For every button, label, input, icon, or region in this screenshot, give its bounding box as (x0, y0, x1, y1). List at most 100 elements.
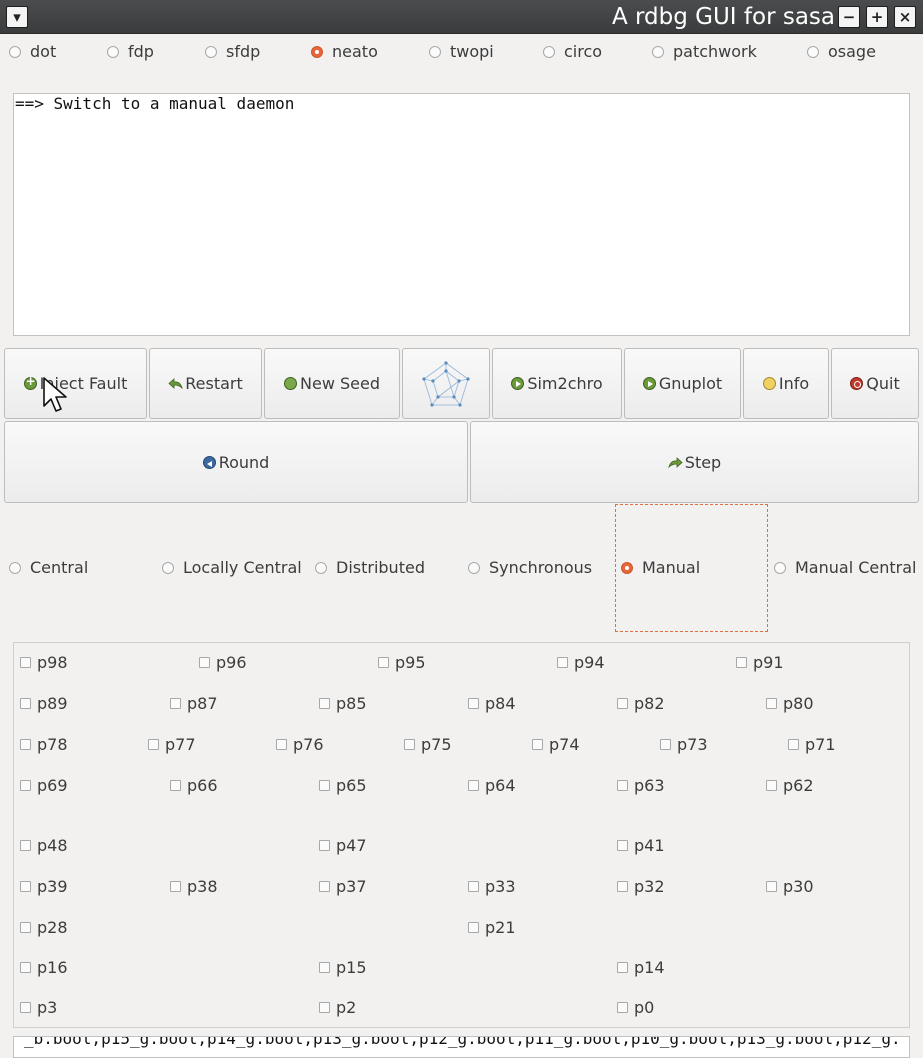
process-checkbox[interactable]: p30 (766, 877, 814, 896)
process-checkbox[interactable]: p98 (20, 653, 68, 672)
process-checkbox[interactable]: p47 (319, 836, 367, 855)
daemon-radio-synchronous[interactable]: Synchronous (468, 558, 592, 577)
layout-label: neato (332, 42, 378, 61)
process-checkbox[interactable]: p62 (766, 776, 814, 795)
process-checkbox[interactable]: p75 (404, 735, 452, 754)
process-label: p33 (485, 877, 516, 896)
process-checkbox[interactable]: p96 (199, 653, 247, 672)
process-checkbox[interactable]: p14 (617, 958, 665, 977)
process-checkbox[interactable]: p66 (170, 776, 218, 795)
process-checkbox[interactable]: p73 (660, 735, 708, 754)
checkbox-box (20, 922, 31, 933)
process-label: p30 (783, 877, 814, 896)
layout-radio-neato[interactable]: neato (311, 42, 378, 61)
checkbox-box (736, 657, 747, 668)
process-checkbox[interactable]: p48 (20, 836, 68, 855)
daemon-label: Central (30, 558, 89, 577)
layout-radio-circo[interactable]: circo (543, 42, 602, 61)
process-label: p69 (37, 776, 68, 795)
console-output[interactable]: ==> Switch to a manual daemon (13, 93, 910, 336)
maximize-button[interactable]: + (866, 6, 888, 28)
graph-view-button[interactable] (402, 348, 490, 419)
process-checkbox[interactable]: p65 (319, 776, 367, 795)
checkbox-box (20, 698, 31, 709)
process-checkbox[interactable]: p74 (532, 735, 580, 754)
process-checkbox[interactable]: p63 (617, 776, 665, 795)
process-checkbox[interactable]: p85 (319, 694, 367, 713)
checkbox-box (766, 780, 777, 791)
layout-radio-sfdp[interactable]: sfdp (205, 42, 260, 61)
process-checkbox[interactable]: p16 (20, 958, 68, 977)
round-button[interactable]: Round (4, 421, 468, 503)
process-checkbox[interactable]: p91 (736, 653, 784, 672)
daemon-label: Manual (642, 558, 701, 577)
layout-radio-patchwork[interactable]: patchwork (652, 42, 757, 61)
process-checkbox[interactable]: p3 (20, 998, 57, 1017)
checkbox-box (319, 962, 330, 973)
process-label: p91 (753, 653, 784, 672)
process-checkbox[interactable]: p95 (378, 653, 426, 672)
rewind-icon (202, 455, 216, 469)
process-checkbox[interactable]: p37 (319, 877, 367, 896)
gnuplot-button[interactable]: Gnuplot (624, 348, 741, 419)
process-checkbox[interactable]: p89 (20, 694, 68, 713)
minimize-button[interactable]: − (838, 6, 860, 28)
radio-indicator (468, 561, 480, 574)
process-label: p39 (37, 877, 68, 896)
process-label: p15 (336, 958, 367, 977)
process-checkbox[interactable]: p33 (468, 877, 516, 896)
sim2chro-button[interactable]: Sim2chro (492, 348, 622, 419)
process-checkbox[interactable]: p76 (276, 735, 324, 754)
process-checkbox[interactable]: p64 (468, 776, 516, 795)
quit-button[interactable]: Quit (831, 348, 919, 419)
step-button[interactable]: Step (470, 421, 919, 503)
process-checkbox[interactable]: p21 (468, 918, 516, 937)
checkbox-box (319, 1002, 330, 1013)
process-label: p38 (187, 877, 218, 896)
layout-radio-osage[interactable]: osage (807, 42, 876, 61)
process-checkbox[interactable]: p94 (557, 653, 605, 672)
process-checkbox[interactable]: p0 (617, 998, 654, 1017)
process-checkbox[interactable]: p15 (319, 958, 367, 977)
process-label: p66 (187, 776, 218, 795)
daemon-radio-manual-central[interactable]: Manual Central (774, 558, 916, 577)
process-label: p71 (805, 735, 836, 754)
process-checkbox[interactable]: p39 (20, 877, 68, 896)
process-checkbox[interactable]: p28 (20, 918, 68, 937)
process-checkbox[interactable]: p78 (20, 735, 68, 754)
layout-radio-fdp[interactable]: fdp (107, 42, 154, 61)
close-button[interactable]: × (894, 6, 916, 28)
process-checkbox[interactable]: p80 (766, 694, 814, 713)
process-checkbox[interactable]: p71 (788, 735, 836, 754)
inject-fault-button[interactable]: Inject Fault (4, 348, 147, 419)
checkbox-box (766, 881, 777, 892)
window-menu-button[interactable]: ▾ (6, 6, 28, 28)
play-icon (642, 377, 656, 390)
checkbox-box (319, 840, 330, 851)
process-checkbox[interactable]: p38 (170, 877, 218, 896)
process-checkbox[interactable]: p82 (617, 694, 665, 713)
variables-text-field[interactable]: _b.bool,p15_g.bool,p14_g.bool,p13_g.bool… (13, 1036, 910, 1058)
radio-indicator (205, 45, 217, 58)
process-checkbox[interactable]: p84 (468, 694, 516, 713)
process-checkbox[interactable]: p41 (617, 836, 665, 855)
variables-text: _b.bool,p15_g.bool,p14_g.bool,p13_g.bool… (24, 1036, 901, 1048)
restart-button[interactable]: Restart (149, 348, 262, 419)
daemon-radio-locally-central[interactable]: Locally Central (162, 558, 302, 577)
info-button[interactable]: Info (743, 348, 829, 419)
daemon-radio-manual[interactable]: Manual (621, 558, 700, 577)
daemon-radio-distributed[interactable]: Distributed (315, 558, 425, 577)
radio-indicator (621, 561, 633, 574)
daemon-radio-central[interactable]: Central (9, 558, 88, 577)
process-checkbox[interactable]: p69 (20, 776, 68, 795)
new-seed-button[interactable]: New Seed (264, 348, 400, 419)
process-checkbox[interactable]: p32 (617, 877, 665, 896)
process-checkbox[interactable]: p87 (170, 694, 218, 713)
radio-indicator (652, 45, 664, 58)
checkbox-box (617, 698, 628, 709)
layout-radio-dot[interactable]: dot (9, 42, 56, 61)
process-checkbox[interactable]: p2 (319, 998, 356, 1017)
radio-indicator (107, 45, 119, 58)
process-checkbox[interactable]: p77 (148, 735, 196, 754)
layout-radio-twopi[interactable]: twopi (429, 42, 494, 61)
